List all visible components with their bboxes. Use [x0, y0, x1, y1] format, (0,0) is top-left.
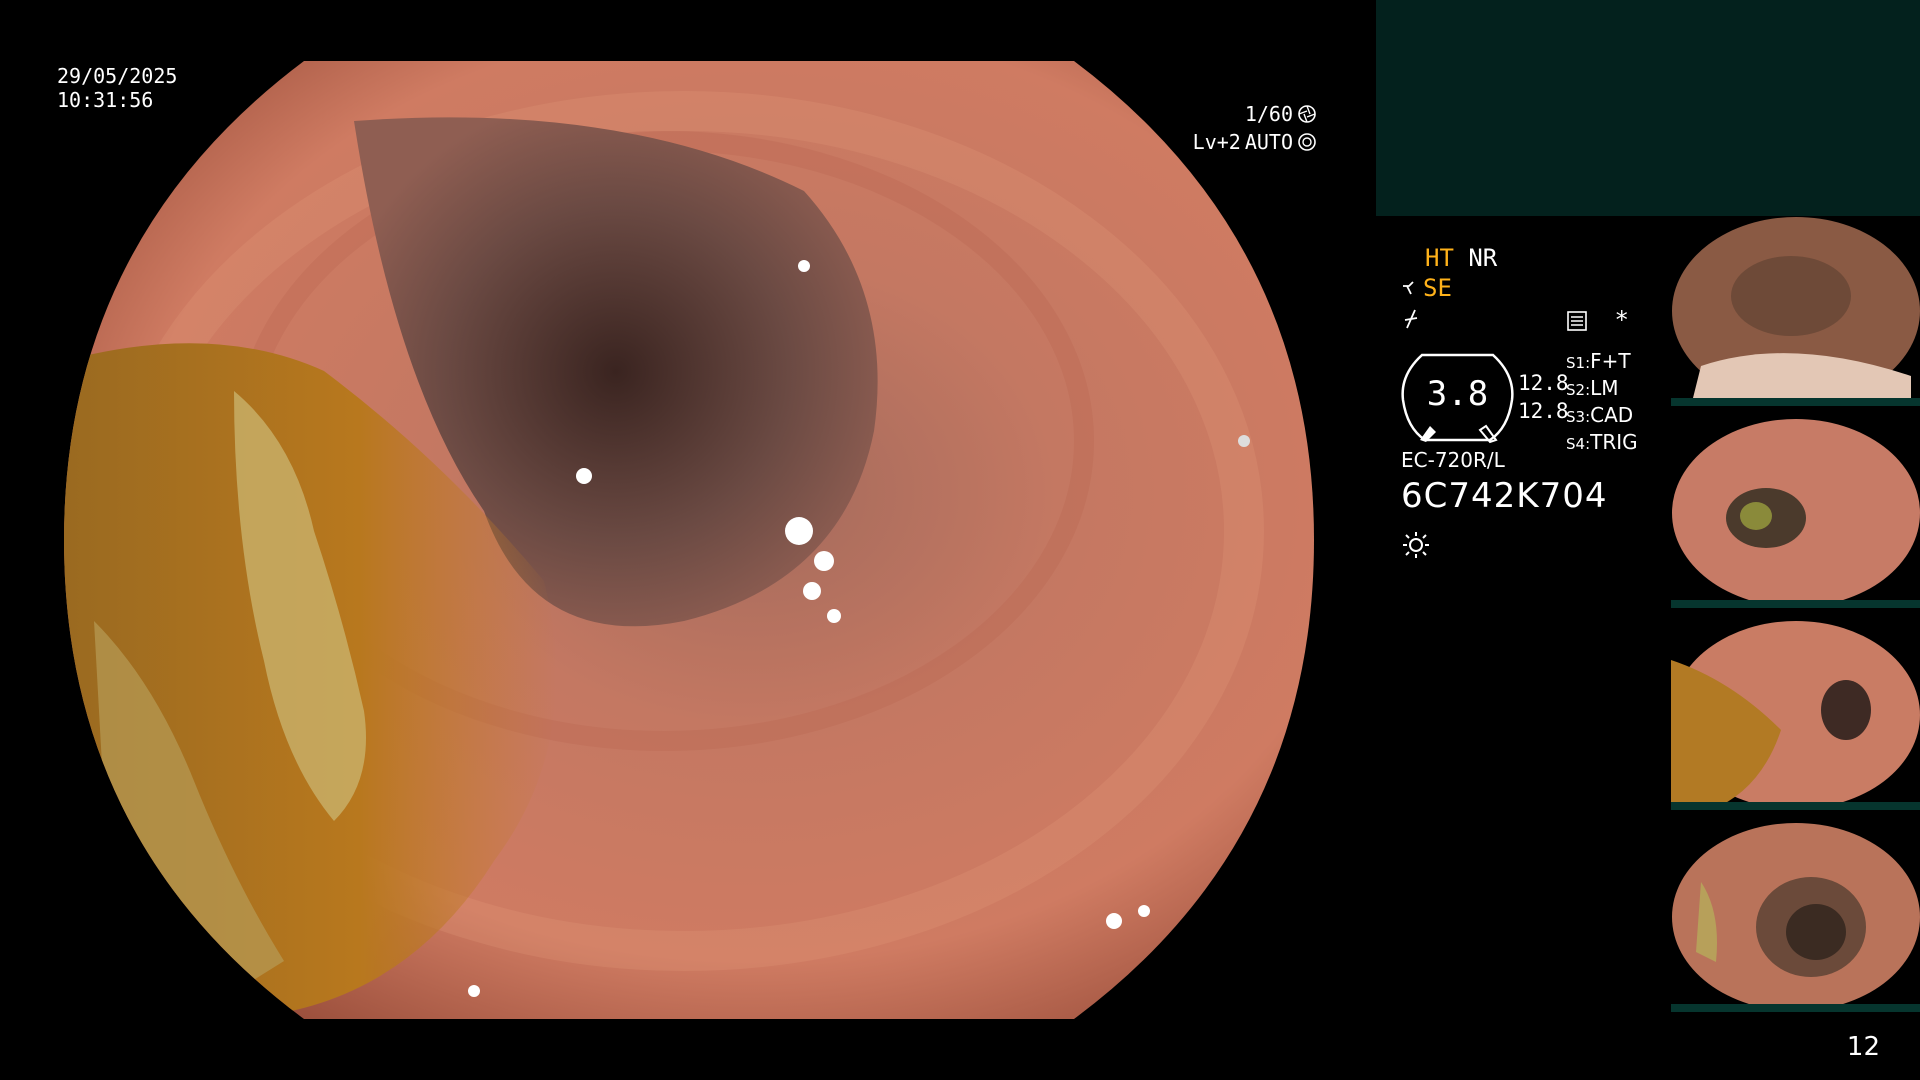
switch-s1: S1:F+T — [1566, 349, 1631, 373]
mode-ht: HT — [1425, 244, 1454, 272]
mode-nr: NR — [1468, 244, 1498, 272]
asterisk-indicator: * — [1614, 306, 1629, 334]
dial-value: 3.8 — [1426, 374, 1489, 414]
readout-2: 12.8 — [1518, 399, 1569, 423]
switch-assignments: S1:F+T S2:LM S3:CAD S4:TRIG — [1566, 349, 1638, 457]
switch-s4: S4:TRIG — [1566, 430, 1638, 454]
endoscopy-main-view — [64, 61, 1314, 1019]
function-icon — [1401, 308, 1423, 330]
aperture-icon — [1297, 104, 1317, 124]
exposure-mode: AUTO — [1244, 130, 1293, 154]
page-number: 12 — [1846, 1032, 1880, 1062]
iris-icon — [1297, 132, 1317, 152]
scope-model: EC-720R/L — [1401, 448, 1505, 472]
dial-readouts: 12.8 12.8 — [1518, 369, 1569, 425]
date-label: 29/05/2025 — [57, 64, 178, 88]
mode-ht-nr: HT NR — [1425, 244, 1497, 272]
time-label: 10:31:56 — [57, 88, 154, 112]
shutter-speed: 1/60 — [1244, 102, 1293, 126]
thumbnail-4[interactable] — [1671, 822, 1920, 1012]
switch-s2: S2:LM — [1566, 376, 1619, 400]
enhancement-icon — [1401, 278, 1423, 300]
thumbnail-2[interactable] — [1671, 418, 1920, 608]
status-panel-background — [1376, 0, 1920, 216]
switch-s3: S3:CAD — [1566, 403, 1634, 427]
record-status: * — [1566, 306, 1629, 334]
mode-se: SE — [1423, 274, 1452, 302]
scope-serial: 6C742K704 — [1401, 476, 1608, 516]
datetime-overlay: 29/05/2025 10:31:56 — [57, 64, 177, 112]
mode-se-row: SE — [1401, 274, 1452, 302]
exposure-level: Lv+2 — [1192, 130, 1241, 154]
light-source-icon — [1401, 530, 1431, 560]
exposure-overlay: 1/60 Lv+2 AUTO — [1193, 100, 1317, 156]
thumbnail-1[interactable] — [1671, 216, 1920, 406]
readout-1: 12.8 — [1518, 371, 1569, 395]
memory-card-icon — [1566, 310, 1588, 332]
mode-f-row — [1401, 304, 1423, 332]
thumbnail-3[interactable] — [1671, 620, 1920, 810]
